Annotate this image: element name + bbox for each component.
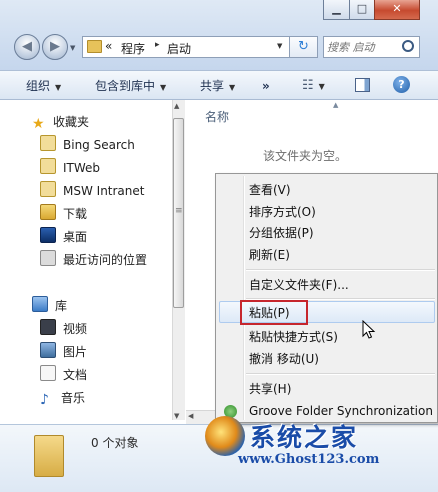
- share-label: 共享: [200, 79, 225, 93]
- folder-icon: [87, 40, 102, 53]
- menu-item-refresh[interactable]: 刷新(E): [249, 245, 290, 265]
- pictures-library-icon: [40, 342, 56, 358]
- menu-item-share[interactable]: 共享(H): [249, 379, 291, 399]
- recent-pages-dropdown[interactable]: ▼: [70, 44, 75, 52]
- share-menu[interactable]: 共享 ▼: [200, 77, 235, 95]
- breadcrumb-item[interactable]: 程序: [121, 40, 145, 57]
- organize-menu[interactable]: 组织 ▼: [26, 77, 61, 95]
- nav-item-desktop[interactable]: 桌面: [40, 227, 87, 247]
- nav-item-pictures[interactable]: 图片: [40, 342, 87, 362]
- nav-label: 图片: [63, 345, 88, 359]
- refresh-button[interactable]: ↻: [290, 36, 318, 58]
- menu-item-sort-by[interactable]: 排序方式(O): [249, 202, 316, 222]
- forward-arrow-icon: ▶: [50, 39, 60, 54]
- view-options-button[interactable]: ☷ ▼: [302, 77, 325, 95]
- include-in-library-menu[interactable]: 包含到库中 ▼: [95, 77, 166, 95]
- nav-label: 最近访问的位置: [63, 253, 148, 267]
- command-bar: 组织 ▼ 包含到库中 ▼ 共享 ▼ » ☷ ▼ ?: [0, 70, 438, 100]
- menu-item-undo-move[interactable]: 撤消 移动(U): [249, 349, 319, 369]
- item-count: 0 个对象: [91, 436, 139, 450]
- menu-separator: [246, 373, 435, 375]
- search-box[interactable]: [323, 36, 420, 58]
- nav-item-itweb[interactable]: ITWeb: [40, 158, 100, 178]
- nav-item-videos[interactable]: 视频: [40, 319, 87, 339]
- nav-label: 桌面: [63, 230, 88, 244]
- folder-large-icon: [34, 435, 64, 477]
- menu-item-view[interactable]: 查看(V): [249, 180, 291, 200]
- empty-folder-message: 该文件夹为空。: [263, 149, 348, 163]
- sort-arrow-icon: ▲: [333, 101, 339, 109]
- refresh-icon: ↻: [298, 39, 309, 54]
- nav-item-recent-places[interactable]: 最近访问的位置: [40, 250, 147, 270]
- nav-label: ITWeb: [63, 161, 101, 175]
- nav-item-bing-search[interactable]: Bing Search: [40, 135, 135, 155]
- preview-pane-icon[interactable]: [355, 78, 370, 92]
- mouse-cursor-icon: [362, 320, 376, 339]
- column-header-name[interactable]: 名称: [205, 108, 229, 125]
- nav-favorites-header[interactable]: ★ 收藏夹: [32, 112, 89, 132]
- shortcut-folder-icon: [40, 158, 56, 174]
- scroll-down-icon[interactable]: ▼: [174, 412, 179, 420]
- nav-label: Bing Search: [63, 138, 135, 152]
- menu-item-group-by[interactable]: 分组依据(P): [249, 223, 314, 243]
- nav-label: 文档: [63, 368, 88, 382]
- breadcrumb-item[interactable]: 启动: [167, 40, 191, 57]
- nav-label: MSW Intranet: [63, 184, 145, 198]
- desktop-icon: [40, 227, 56, 243]
- nav-item-downloads[interactable]: 下载: [40, 204, 87, 224]
- breadcrumb-separator[interactable]: ▸: [155, 40, 160, 50]
- back-arrow-icon: ◀: [22, 39, 32, 54]
- nav-label: 音乐: [61, 391, 86, 405]
- menu-item-customize-folder[interactable]: 自定义文件夹(F)...: [249, 275, 349, 295]
- nav-label: 视频: [63, 322, 88, 336]
- close-icon: ✕: [392, 2, 402, 15]
- search-icon: [402, 40, 414, 52]
- nav-label: 收藏夹: [53, 115, 90, 129]
- minimize-button[interactable]: ▁: [323, 0, 350, 20]
- shortcut-folder-icon: [40, 181, 56, 197]
- nav-item-msw-intranet[interactable]: MSW Intranet: [40, 181, 144, 201]
- menu-item-paste-shortcut[interactable]: 粘贴快捷方式(S): [249, 327, 338, 347]
- more-commands-button[interactable]: »: [262, 77, 270, 95]
- nav-label: 下载: [63, 207, 88, 221]
- scrollbar-grip-icon: ≡: [175, 206, 183, 216]
- address-bar[interactable]: « 程序 ▸ 启动 ▼: [82, 36, 290, 58]
- nav-item-music[interactable]: ♪ 音乐: [40, 388, 85, 408]
- nav-item-documents[interactable]: 文档: [40, 365, 87, 385]
- maximize-icon: □: [356, 2, 368, 15]
- nav-libraries-header[interactable]: 库: [32, 296, 67, 316]
- address-overflow[interactable]: «: [105, 39, 112, 53]
- context-menu: 查看(V) 排序方式(O) 分组依据(P) 刷新(E) 自定义文件夹(F)...…: [215, 173, 438, 423]
- scroll-left-icon[interactable]: ◀: [188, 412, 193, 420]
- maximize-button[interactable]: □: [349, 0, 375, 20]
- search-input[interactable]: [327, 38, 397, 56]
- downloads-folder-icon: [40, 204, 56, 220]
- include-label: 包含到库中: [95, 79, 156, 93]
- help-icon[interactable]: ?: [393, 76, 410, 93]
- highlight-box: [240, 300, 308, 325]
- minimize-icon: ▁: [332, 2, 341, 15]
- menu-separator: [246, 269, 435, 271]
- address-dropdown-icon[interactable]: ▼: [277, 42, 282, 50]
- shortcut-folder-icon: [40, 135, 56, 151]
- watermark-url: www.Ghost123.com: [238, 452, 380, 467]
- star-icon: ★: [32, 116, 45, 132]
- back-button[interactable]: ◀: [14, 34, 40, 60]
- watermark-logo: [205, 416, 245, 456]
- forward-button[interactable]: ▶: [42, 34, 68, 60]
- video-library-icon: [40, 319, 56, 335]
- library-icon: [32, 296, 48, 312]
- recent-places-icon: [40, 250, 56, 266]
- scroll-up-icon[interactable]: ▲: [174, 102, 179, 110]
- view-list-icon: ☷: [302, 78, 314, 93]
- documents-library-icon: [40, 365, 56, 381]
- watermark-title: 系统之家: [250, 423, 359, 452]
- music-library-icon: ♪: [40, 392, 49, 408]
- nav-label: 库: [55, 299, 68, 313]
- organize-label: 组织: [26, 79, 51, 93]
- close-button[interactable]: ✕: [374, 0, 420, 20]
